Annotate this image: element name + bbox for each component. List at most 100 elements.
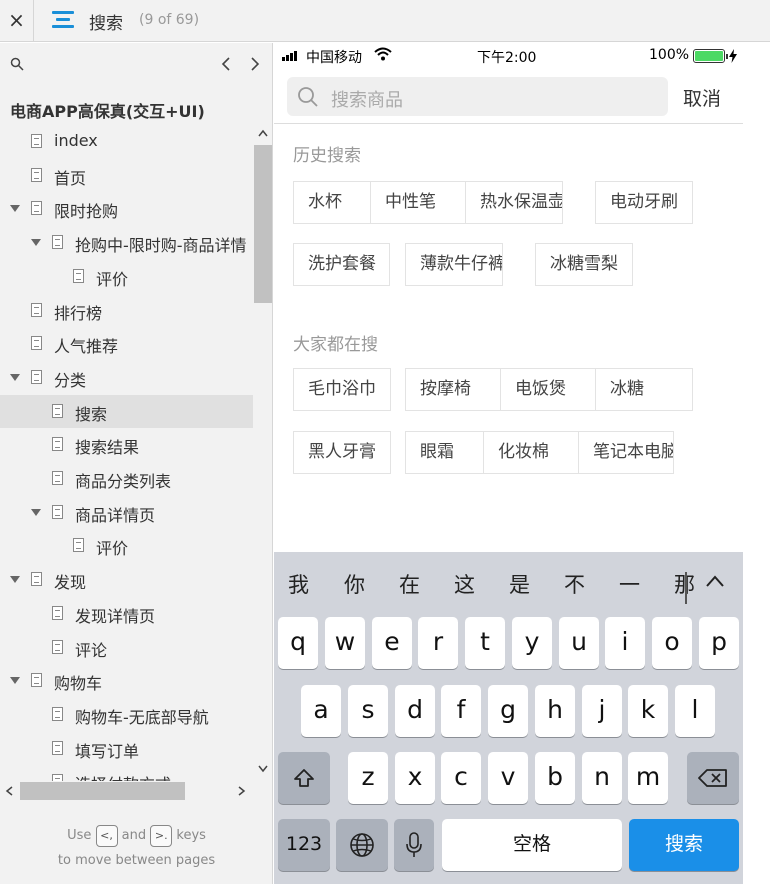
tree-item[interactable]: 搜索结果	[0, 428, 253, 461]
key-c[interactable]: c	[441, 752, 481, 804]
microphone-key[interactable]	[394, 819, 434, 871]
tree-item[interactable]: index	[0, 125, 253, 158]
cancel-button[interactable]: 取消	[683, 84, 721, 111]
tree-item[interactable]: 商品分类列表	[0, 462, 253, 495]
space-key[interactable]: 空格	[442, 819, 622, 871]
chevron-right-icon[interactable]	[247, 55, 263, 73]
globe-key[interactable]	[336, 819, 388, 871]
candidate-word[interactable]: 不	[564, 569, 585, 599]
tree-item[interactable]: 商品详情页	[0, 496, 253, 529]
search-tag[interactable]: 洗护套餐	[293, 243, 390, 286]
key-a[interactable]: a	[301, 685, 341, 737]
vertical-scroll-thumb[interactable]	[254, 145, 272, 303]
key-w[interactable]: w	[325, 617, 365, 669]
horizontal-scroll-thumb[interactable]	[20, 782, 185, 800]
expand-arrow-icon[interactable]	[10, 205, 20, 212]
search-tag[interactable]: 冰糖	[595, 368, 693, 411]
expand-arrow-icon[interactable]	[31, 239, 41, 246]
search-tag[interactable]: 毛巾浴巾	[293, 368, 391, 411]
key-l[interactable]: l	[675, 685, 715, 737]
search-tag[interactable]: 水杯	[293, 181, 371, 224]
key-v[interactable]: v	[488, 752, 528, 804]
tree-item[interactable]: 首页	[0, 159, 253, 192]
key-h[interactable]: h	[535, 685, 575, 737]
numbers-key[interactable]: 123	[278, 819, 330, 871]
search-tag[interactable]: 黑人牙膏	[293, 431, 391, 474]
expand-arrow-icon[interactable]	[10, 677, 20, 684]
tree-item[interactable]: 排行榜	[0, 294, 253, 327]
hamburger-menu-icon[interactable]	[52, 11, 74, 29]
tree-item[interactable]: 搜索	[0, 395, 253, 428]
candidate-word[interactable]: 是	[509, 569, 530, 599]
scroll-left-icon[interactable]	[5, 786, 13, 796]
key-t[interactable]: t	[465, 617, 505, 669]
key-u[interactable]: u	[559, 617, 599, 669]
key-f[interactable]: f	[441, 685, 481, 737]
tree-item-label: 限时抢购	[54, 202, 119, 221]
tree-item[interactable]: 分类	[0, 361, 253, 394]
sidebar: 电商APP高保真(交互+UI) index 首页 限时抢购 抢购中-限时购-商品详情评…	[0, 43, 273, 884]
backspace-key[interactable]	[687, 752, 739, 804]
tree-item[interactable]: 人气推荐	[0, 327, 253, 360]
vertical-scrollbar[interactable]	[253, 125, 273, 781]
candidate-word[interactable]: 你	[344, 569, 365, 599]
scroll-right-icon[interactable]	[238, 786, 246, 796]
key-z[interactable]: z	[348, 752, 388, 804]
key-s[interactable]: s	[348, 685, 388, 737]
search-tag[interactable]: 电动牙刷	[595, 181, 693, 224]
scroll-up-icon[interactable]	[258, 129, 268, 137]
horizontal-scrollbar[interactable]	[0, 781, 253, 801]
tree-item[interactable]: 评价	[0, 529, 253, 562]
search-tag[interactable]: 按摩椅	[405, 368, 501, 411]
key-m[interactable]: m	[628, 752, 668, 804]
scroll-down-icon[interactable]	[258, 765, 268, 773]
tree-item[interactable]: 抢购中-限时购-商品详情	[0, 226, 253, 259]
search-input[interactable]: 搜索商品	[287, 77, 668, 116]
key-j[interactable]: j	[582, 685, 622, 737]
tree-item[interactable]: 填写订单	[0, 732, 253, 765]
search-tag[interactable]: 热水保温壶	[465, 181, 563, 224]
key-p[interactable]: p	[699, 617, 739, 669]
key-q[interactable]: q	[278, 617, 318, 669]
key-y[interactable]: y	[512, 617, 552, 669]
tree-item[interactable]: 选择付款方式	[0, 765, 253, 781]
search-tag[interactable]: 笔记本电脑	[578, 431, 674, 474]
tree-item[interactable]: 发现	[0, 563, 253, 596]
candidate-word[interactable]: 这	[454, 569, 475, 599]
search-tag[interactable]: 化妆棉	[483, 431, 579, 474]
close-button[interactable]: ×	[0, 0, 34, 42]
key-d[interactable]: d	[395, 685, 435, 737]
chevron-up-icon[interactable]	[705, 574, 725, 588]
key-n[interactable]: n	[582, 752, 622, 804]
key-e[interactable]: e	[372, 617, 412, 669]
search-tag[interactable]: 电饭煲	[500, 368, 596, 411]
candidate-word[interactable]: 我	[288, 569, 309, 599]
tree-item[interactable]: 评论	[0, 631, 253, 664]
search-tag[interactable]: 中性笔	[370, 181, 466, 224]
search-icon[interactable]	[10, 57, 24, 71]
expand-arrow-icon[interactable]	[31, 509, 41, 516]
shift-key[interactable]	[278, 752, 330, 804]
tree-item[interactable]: 购物车-无底部导航	[0, 698, 253, 731]
expand-arrow-icon[interactable]	[10, 374, 20, 381]
chevron-left-icon[interactable]	[218, 55, 234, 73]
key-b[interactable]: b	[535, 752, 575, 804]
search-tag[interactable]: 冰糖雪梨	[535, 243, 633, 286]
key-x[interactable]: x	[395, 752, 435, 804]
key-k[interactable]: k	[628, 685, 668, 737]
candidate-word[interactable]: 一	[619, 569, 640, 599]
search-tag[interactable]: 眼霜	[405, 431, 485, 474]
candidate-word[interactable]: 在	[399, 569, 420, 599]
search-key[interactable]: 搜索	[629, 819, 739, 871]
expand-arrow-icon[interactable]	[10, 576, 20, 583]
key-o[interactable]: o	[652, 617, 692, 669]
key-i[interactable]: i	[605, 617, 645, 669]
key-g[interactable]: g	[488, 685, 528, 737]
search-tag[interactable]: 薄款牛仔裤	[405, 243, 503, 286]
page-icon	[31, 168, 42, 182]
tree-item[interactable]: 购物车	[0, 664, 253, 697]
tree-item[interactable]: 限时抢购	[0, 192, 253, 225]
key-r[interactable]: r	[418, 617, 458, 669]
tree-item[interactable]: 评价	[0, 260, 253, 293]
tree-item[interactable]: 发现详情页	[0, 597, 253, 630]
